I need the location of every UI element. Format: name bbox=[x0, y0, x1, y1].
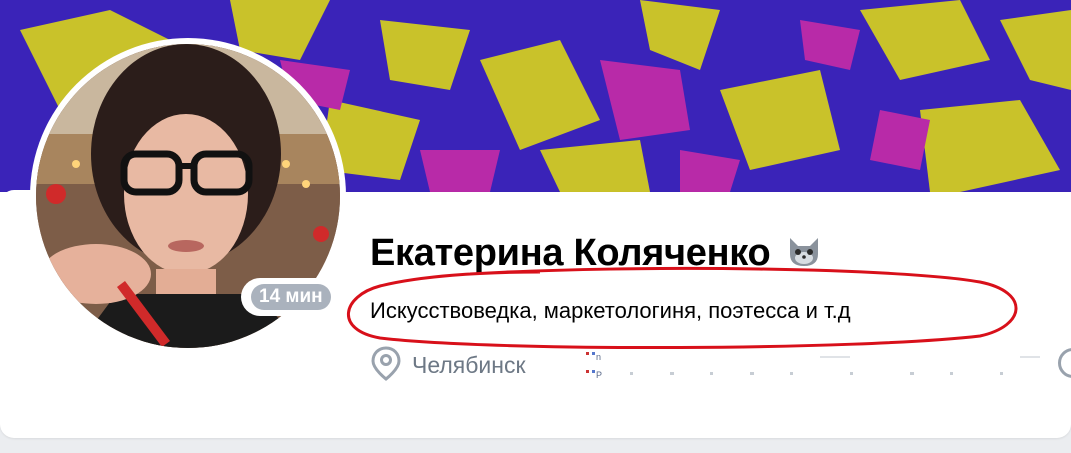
work-logo-icon: n P bbox=[586, 352, 602, 380]
last-seen-badge: 14 мин bbox=[241, 278, 341, 316]
work-info-redacted: n P bbox=[586, 352, 1040, 380]
last-seen-text: 14 мин bbox=[251, 284, 331, 310]
city-link[interactable]: Челябинск bbox=[412, 352, 526, 379]
info-row: Челябинск bbox=[370, 345, 526, 382]
svg-text:P: P bbox=[596, 370, 602, 380]
svg-text:n: n bbox=[596, 352, 601, 362]
profile-page: 14 мин Екатерина Коляченко Искусствоведк… bbox=[0, 0, 1071, 453]
profile-name: Екатерина Коляченко bbox=[370, 232, 771, 274]
profile-status[interactable]: Искусствоведка, маркетологиня, поэтесса … bbox=[370, 298, 851, 324]
name-row: Екатерина Коляченко bbox=[370, 232, 822, 275]
cat-emoji-icon[interactable] bbox=[786, 234, 822, 273]
location-pin-icon bbox=[370, 345, 402, 386]
